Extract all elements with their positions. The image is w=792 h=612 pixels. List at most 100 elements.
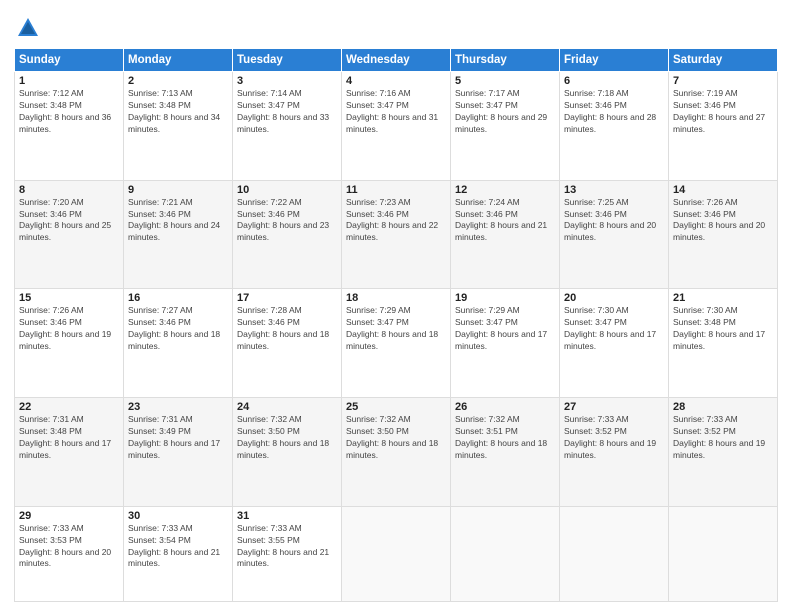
calendar-week-row: 29Sunrise: 7:33 AMSunset: 3:53 PMDayligh… xyxy=(15,506,778,601)
calendar-cell: 12Sunrise: 7:24 AMSunset: 3:46 PMDayligh… xyxy=(451,180,560,289)
calendar-cell: 8Sunrise: 7:20 AMSunset: 3:46 PMDaylight… xyxy=(15,180,124,289)
day-number: 20 xyxy=(564,292,664,304)
calendar-cell: 26Sunrise: 7:32 AMSunset: 3:51 PMDayligh… xyxy=(451,398,560,507)
day-number: 11 xyxy=(346,184,446,196)
day-number: 27 xyxy=(564,401,664,413)
day-number: 21 xyxy=(673,292,773,304)
calendar-week-row: 8Sunrise: 7:20 AMSunset: 3:46 PMDaylight… xyxy=(15,180,778,289)
day-info: Sunrise: 7:28 AMSunset: 3:46 PMDaylight:… xyxy=(237,305,337,353)
day-info: Sunrise: 7:22 AMSunset: 3:46 PMDaylight:… xyxy=(237,197,337,245)
day-info: Sunrise: 7:31 AMSunset: 3:48 PMDaylight:… xyxy=(19,414,119,462)
page: SundayMondayTuesdayWednesdayThursdayFrid… xyxy=(0,0,792,612)
day-number: 24 xyxy=(237,401,337,413)
day-info: Sunrise: 7:32 AMSunset: 3:51 PMDaylight:… xyxy=(455,414,555,462)
day-number: 18 xyxy=(346,292,446,304)
weekday-header: Friday xyxy=(560,49,669,72)
weekday-header: Monday xyxy=(124,49,233,72)
day-info: Sunrise: 7:33 AMSunset: 3:52 PMDaylight:… xyxy=(564,414,664,462)
day-info: Sunrise: 7:26 AMSunset: 3:46 PMDaylight:… xyxy=(673,197,773,245)
weekday-header: Tuesday xyxy=(233,49,342,72)
day-info: Sunrise: 7:30 AMSunset: 3:48 PMDaylight:… xyxy=(673,305,773,353)
calendar-cell: 15Sunrise: 7:26 AMSunset: 3:46 PMDayligh… xyxy=(15,289,124,398)
day-info: Sunrise: 7:33 AMSunset: 3:55 PMDaylight:… xyxy=(237,523,337,571)
day-info: Sunrise: 7:33 AMSunset: 3:53 PMDaylight:… xyxy=(19,523,119,571)
day-info: Sunrise: 7:19 AMSunset: 3:46 PMDaylight:… xyxy=(673,88,773,136)
calendar-cell: 20Sunrise: 7:30 AMSunset: 3:47 PMDayligh… xyxy=(560,289,669,398)
calendar-cell: 23Sunrise: 7:31 AMSunset: 3:49 PMDayligh… xyxy=(124,398,233,507)
day-number: 25 xyxy=(346,401,446,413)
day-number: 12 xyxy=(455,184,555,196)
calendar: SundayMondayTuesdayWednesdayThursdayFrid… xyxy=(14,48,778,602)
day-number: 16 xyxy=(128,292,228,304)
weekday-header-row: SundayMondayTuesdayWednesdayThursdayFrid… xyxy=(15,49,778,72)
day-number: 28 xyxy=(673,401,773,413)
calendar-cell: 22Sunrise: 7:31 AMSunset: 3:48 PMDayligh… xyxy=(15,398,124,507)
day-info: Sunrise: 7:33 AMSunset: 3:54 PMDaylight:… xyxy=(128,523,228,571)
calendar-cell: 10Sunrise: 7:22 AMSunset: 3:46 PMDayligh… xyxy=(233,180,342,289)
calendar-week-row: 1Sunrise: 7:12 AMSunset: 3:48 PMDaylight… xyxy=(15,72,778,181)
day-info: Sunrise: 7:33 AMSunset: 3:52 PMDaylight:… xyxy=(673,414,773,462)
day-number: 9 xyxy=(128,184,228,196)
day-info: Sunrise: 7:26 AMSunset: 3:46 PMDaylight:… xyxy=(19,305,119,353)
calendar-cell: 25Sunrise: 7:32 AMSunset: 3:50 PMDayligh… xyxy=(342,398,451,507)
day-number: 22 xyxy=(19,401,119,413)
day-number: 3 xyxy=(237,75,337,87)
day-info: Sunrise: 7:16 AMSunset: 3:47 PMDaylight:… xyxy=(346,88,446,136)
day-number: 1 xyxy=(19,75,119,87)
day-number: 31 xyxy=(237,510,337,522)
weekday-header: Thursday xyxy=(451,49,560,72)
day-number: 30 xyxy=(128,510,228,522)
calendar-cell: 24Sunrise: 7:32 AMSunset: 3:50 PMDayligh… xyxy=(233,398,342,507)
calendar-cell: 16Sunrise: 7:27 AMSunset: 3:46 PMDayligh… xyxy=(124,289,233,398)
logo xyxy=(14,14,46,42)
calendar-cell: 14Sunrise: 7:26 AMSunset: 3:46 PMDayligh… xyxy=(669,180,778,289)
day-info: Sunrise: 7:32 AMSunset: 3:50 PMDaylight:… xyxy=(237,414,337,462)
day-number: 29 xyxy=(19,510,119,522)
day-info: Sunrise: 7:14 AMSunset: 3:47 PMDaylight:… xyxy=(237,88,337,136)
calendar-cell: 13Sunrise: 7:25 AMSunset: 3:46 PMDayligh… xyxy=(560,180,669,289)
day-number: 2 xyxy=(128,75,228,87)
calendar-cell: 1Sunrise: 7:12 AMSunset: 3:48 PMDaylight… xyxy=(15,72,124,181)
day-info: Sunrise: 7:18 AMSunset: 3:46 PMDaylight:… xyxy=(564,88,664,136)
day-info: Sunrise: 7:31 AMSunset: 3:49 PMDaylight:… xyxy=(128,414,228,462)
day-info: Sunrise: 7:30 AMSunset: 3:47 PMDaylight:… xyxy=(564,305,664,353)
weekday-header: Wednesday xyxy=(342,49,451,72)
day-number: 6 xyxy=(564,75,664,87)
calendar-cell: 19Sunrise: 7:29 AMSunset: 3:47 PMDayligh… xyxy=(451,289,560,398)
day-info: Sunrise: 7:20 AMSunset: 3:46 PMDaylight:… xyxy=(19,197,119,245)
day-info: Sunrise: 7:29 AMSunset: 3:47 PMDaylight:… xyxy=(346,305,446,353)
calendar-cell: 27Sunrise: 7:33 AMSunset: 3:52 PMDayligh… xyxy=(560,398,669,507)
day-info: Sunrise: 7:29 AMSunset: 3:47 PMDaylight:… xyxy=(455,305,555,353)
day-number: 5 xyxy=(455,75,555,87)
day-info: Sunrise: 7:32 AMSunset: 3:50 PMDaylight:… xyxy=(346,414,446,462)
calendar-cell xyxy=(669,506,778,601)
day-info: Sunrise: 7:25 AMSunset: 3:46 PMDaylight:… xyxy=(564,197,664,245)
day-info: Sunrise: 7:27 AMSunset: 3:46 PMDaylight:… xyxy=(128,305,228,353)
day-info: Sunrise: 7:24 AMSunset: 3:46 PMDaylight:… xyxy=(455,197,555,245)
calendar-cell: 31Sunrise: 7:33 AMSunset: 3:55 PMDayligh… xyxy=(233,506,342,601)
day-number: 26 xyxy=(455,401,555,413)
day-number: 10 xyxy=(237,184,337,196)
calendar-cell xyxy=(342,506,451,601)
weekday-header: Sunday xyxy=(15,49,124,72)
calendar-cell: 7Sunrise: 7:19 AMSunset: 3:46 PMDaylight… xyxy=(669,72,778,181)
day-number: 14 xyxy=(673,184,773,196)
day-info: Sunrise: 7:13 AMSunset: 3:48 PMDaylight:… xyxy=(128,88,228,136)
day-info: Sunrise: 7:21 AMSunset: 3:46 PMDaylight:… xyxy=(128,197,228,245)
day-number: 19 xyxy=(455,292,555,304)
calendar-cell: 6Sunrise: 7:18 AMSunset: 3:46 PMDaylight… xyxy=(560,72,669,181)
day-number: 15 xyxy=(19,292,119,304)
calendar-cell: 4Sunrise: 7:16 AMSunset: 3:47 PMDaylight… xyxy=(342,72,451,181)
calendar-cell: 28Sunrise: 7:33 AMSunset: 3:52 PMDayligh… xyxy=(669,398,778,507)
calendar-cell: 30Sunrise: 7:33 AMSunset: 3:54 PMDayligh… xyxy=(124,506,233,601)
calendar-cell: 21Sunrise: 7:30 AMSunset: 3:48 PMDayligh… xyxy=(669,289,778,398)
day-number: 8 xyxy=(19,184,119,196)
calendar-cell: 29Sunrise: 7:33 AMSunset: 3:53 PMDayligh… xyxy=(15,506,124,601)
calendar-cell: 5Sunrise: 7:17 AMSunset: 3:47 PMDaylight… xyxy=(451,72,560,181)
calendar-cell: 3Sunrise: 7:14 AMSunset: 3:47 PMDaylight… xyxy=(233,72,342,181)
logo-icon xyxy=(14,14,42,42)
calendar-cell: 18Sunrise: 7:29 AMSunset: 3:47 PMDayligh… xyxy=(342,289,451,398)
header xyxy=(14,10,778,42)
day-info: Sunrise: 7:12 AMSunset: 3:48 PMDaylight:… xyxy=(19,88,119,136)
day-number: 4 xyxy=(346,75,446,87)
